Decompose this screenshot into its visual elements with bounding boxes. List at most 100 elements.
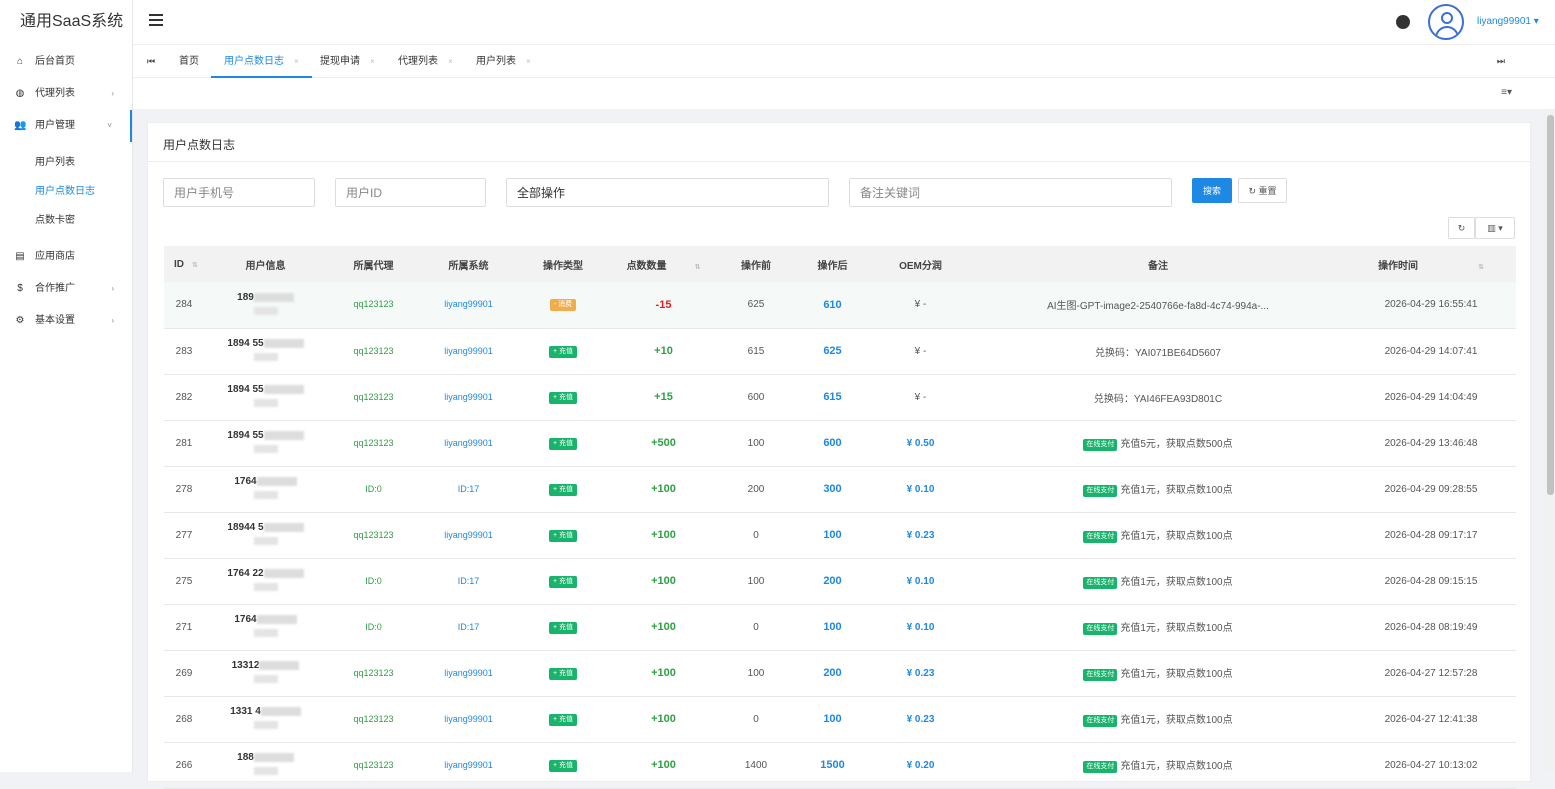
agent-link[interactable]: qq123123 [353,438,393,448]
table-row[interactable]: 266 188 qq123123 liyang99901 + 充值 +100 1400 150… [164,742,1516,789]
avatar[interactable] [1428,4,1464,40]
palette-icon[interactable] [1396,15,1410,29]
user-menu[interactable]: liyang99901 ▾ [1477,16,1539,27]
masked-phone [253,752,294,762]
system-link[interactable]: liyang99901 [444,530,493,540]
system-link[interactable]: ID:17 [458,484,480,494]
close-icon[interactable]: × [370,57,375,66]
phone-input[interactable] [163,178,315,207]
tab-withdraw[interactable]: 提现申请 × [320,45,375,78]
refresh-icon[interactable]: ↻ [1448,217,1475,239]
tab-menu-icon[interactable]: ≡▾ [1501,87,1512,98]
agent-link[interactable]: qq123123 [353,530,393,540]
agent-link[interactable]: ID:0 [365,576,382,586]
sidebar-item-promotion[interactable]: $ 合作推广 › [0,273,132,305]
sort-icon[interactable]: ⇅ [192,262,198,269]
table-row[interactable]: 283 1894 55 qq123123 liyang99901 + 充值 +10 615 6… [164,328,1516,375]
table-row[interactable]: 281 1894 55 qq123123 liyang99901 + 充值 +500 100… [164,420,1516,467]
table-row[interactable]: 277 18944 5 qq123123 liyang99901 + 充值 +100 0 10… [164,512,1516,559]
agent-link[interactable]: ID:0 [365,622,382,632]
scrollbar-thumb[interactable] [1547,115,1554,495]
sidebar-item-user-mgmt[interactable]: 👥 用户管理 ˅ [0,110,132,142]
system-link[interactable]: liyang99901 [444,668,493,678]
type-badge: + 充值 [548,713,578,726]
table-row[interactable]: 282 1894 55 qq123123 liyang99901 + 充值 +15 600 6… [164,374,1516,421]
cell-time: 2026-04-29 14:04:49 [1346,374,1516,421]
sidebar-item-agents[interactable]: ◍ 代理列表 › [0,78,132,110]
tab-agents[interactable]: 代理列表 × [398,45,453,78]
sidebar-item-store[interactable]: ▤ 应用商店 [0,241,132,273]
sidebar-item-home[interactable]: ⌂ 后台首页 [0,46,132,78]
columns-toggle-icon[interactable]: ▥ ▾ [1475,217,1515,239]
agent-link[interactable]: qq123123 [353,392,393,402]
points-log-table: ID ⇅ 用户信息 所属代理 所属系统 操作类型 点数数量 ⇅ 操作前 操作后 OE… [164,246,1516,789]
tabs-bar: ⏮ 首页 用户点数日志 × 提现申请 × 代理列表 × 用户列表 × ⏭ [133,44,1555,78]
agent-link[interactable]: qq123123 [353,760,393,770]
sort-icon[interactable]: ⇅ [1478,264,1484,271]
cell-user-info: 1894 55 [204,374,327,421]
page-scrollbar[interactable] [1545,109,1555,772]
agent-link[interactable]: qq123123 [353,346,393,356]
system-link[interactable]: ID:17 [458,622,480,632]
table-row[interactable]: 284 189 qq123123 liyang99901 - 消费 -15 625 610 ¥ … [164,282,1516,329]
tabs-scroll-left-icon[interactable]: ⏮ [147,56,155,67]
cell-after: 600 [794,420,871,467]
tab-points-log[interactable]: 用户点数日志 × [211,45,312,78]
system-link[interactable]: liyang99901 [444,346,493,356]
system-link[interactable]: liyang99901 [444,299,493,309]
online-pay-badge: 在线支付 [1083,668,1118,681]
operation-select[interactable] [506,178,829,207]
system-link[interactable]: liyang99901 [444,438,493,448]
cell-agent: qq123123 [327,374,420,421]
system-link[interactable]: liyang99901 [444,760,493,770]
cell-agent: qq123123 [327,328,420,375]
col-points[interactable]: 点数数量 ⇅ [609,246,718,282]
sidebar-subitem-user-list[interactable]: 用户列表 [0,148,132,177]
search-button[interactable]: 搜索 [1192,178,1232,203]
remark-input[interactable] [849,178,1172,207]
oem-value: ¥ 0.10 [906,483,935,495]
cell-type: + 充值 [517,374,609,421]
cell-type: - 消费 [517,282,609,329]
user-phone: 1764 [234,476,257,487]
table-row[interactable]: 271 1764 ID:0 ID:17 + 充值 +100 0 100 ¥ 0.10 在线支付 充值… [164,604,1516,651]
menu-toggle-icon[interactable] [149,14,163,26]
col-id[interactable]: ID ⇅ [164,246,204,282]
cell-system: liyang99901 [420,696,517,743]
close-icon[interactable]: × [294,57,299,66]
col-time[interactable]: 操作时间 ⇅ [1346,246,1516,282]
masked-user-id [253,583,278,592]
reset-button[interactable]: ↻ 重置 [1238,178,1287,203]
system-link[interactable]: liyang99901 [444,714,493,724]
sidebar-item-settings[interactable]: ⚙ 基本设置 › [0,305,132,337]
points-value: +10 [654,345,673,357]
user-id-input[interactable] [335,178,486,207]
sidebar-subitem-points-log[interactable]: 用户点数日志 [0,177,132,206]
close-icon[interactable]: × [526,57,531,66]
cell-remark: 在线支付 充值1元，获取点数100点 [970,558,1346,605]
sidebar: 通用SaaS系统 ⌂ 后台首页 ◍ 代理列表 › 👥 用户管理 ˅ 用户列表 用… [0,0,133,772]
close-icon[interactable]: × [448,57,453,66]
table-row[interactable]: 269 13312 qq123123 liyang99901 + 充值 +100 100 20… [164,650,1516,697]
cell-oem: ¥ 0.10 [871,466,970,513]
tab-home[interactable]: 首页 [179,45,199,78]
sidebar-subitem-card-keys[interactable]: 点数卡密 [0,206,132,235]
agent-link[interactable]: qq123123 [353,714,393,724]
agent-link[interactable]: qq123123 [353,299,393,309]
cell-after: 615 [794,374,871,421]
col-remark: 备注 [970,246,1346,282]
oem-value: ¥ 0.23 [906,529,935,541]
remark-text: 兑换码：YAI071BE64D5607 [1095,347,1221,359]
table-row[interactable]: 275 1764 22 ID:0 ID:17 + 充值 +100 100 200 ¥ 0.10 在… [164,558,1516,605]
cell-points: +100 [609,696,718,743]
table-row[interactable]: 268 1331 4 qq123123 liyang99901 + 充值 +100 0 100… [164,696,1516,743]
tab-users[interactable]: 用户列表 × [476,45,531,78]
agent-link[interactable]: ID:0 [365,484,382,494]
system-link[interactable]: ID:17 [458,576,480,586]
oem-value: ¥ 0.50 [906,437,935,449]
tabs-scroll-right-icon[interactable]: ⏭ [1497,56,1505,67]
table-row[interactable]: 278 1764 ID:0 ID:17 + 充值 +100 200 300 ¥ 0.10 在线支付… [164,466,1516,513]
sort-icon[interactable]: ⇅ [695,264,701,271]
agent-link[interactable]: qq123123 [353,668,393,678]
system-link[interactable]: liyang99901 [444,392,493,402]
